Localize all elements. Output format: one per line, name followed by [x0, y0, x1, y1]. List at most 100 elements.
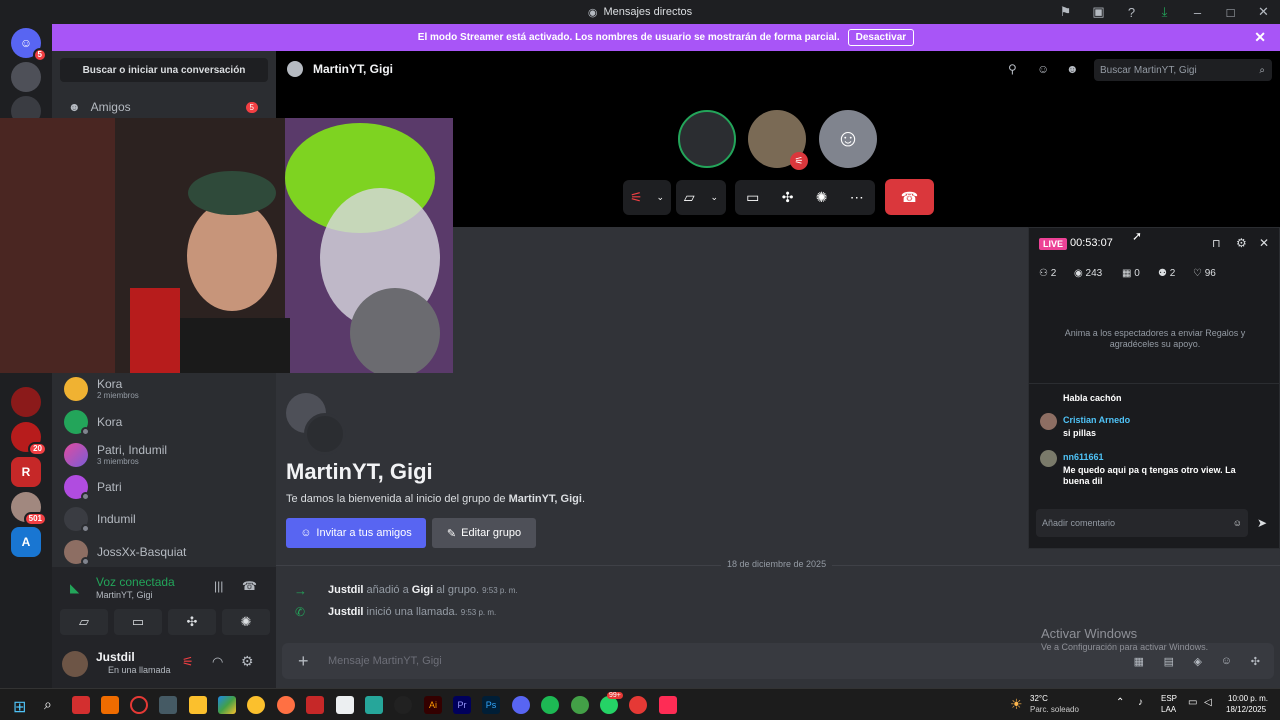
spotify-icon[interactable] [541, 696, 559, 714]
app-icon[interactable] [394, 696, 412, 714]
search-icon[interactable]: ⌕ [44, 696, 52, 713]
screen-share-icon[interactable]: ▭ [746, 189, 759, 206]
app-icon[interactable] [306, 696, 324, 714]
mute-icon[interactable]: ⚟ [182, 654, 194, 670]
start-icon[interactable]: ⊞ [13, 697, 26, 717]
server-icon[interactable]: 501 [11, 492, 47, 526]
disconnect-icon[interactable]: ☎ [242, 579, 257, 593]
close-icon[interactable]: ✕ [1259, 236, 1269, 250]
server-icon[interactable] [11, 387, 41, 417]
server-icon[interactable] [11, 62, 41, 92]
noise-icon[interactable]: ||| [214, 579, 223, 593]
firefox-icon[interactable] [277, 696, 295, 714]
folder-icon[interactable] [189, 696, 207, 714]
members-icon[interactable]: ☻ [1066, 62, 1079, 76]
live-timer: 00:53:07 [1070, 237, 1113, 249]
opera-icon[interactable] [130, 696, 148, 714]
download-icon[interactable]: ⤓ [1148, 4, 1181, 20]
server-icon[interactable]: 20 [11, 422, 47, 456]
lock-icon[interactable]: ⊓ [1212, 237, 1221, 250]
dm-item[interactable]: Kora [60, 407, 268, 437]
more-icon[interactable]: ⋯ [850, 189, 864, 206]
clock-time[interactable]: 10:00 p. m. [1228, 694, 1268, 703]
app-icon[interactable] [72, 696, 90, 714]
message-user[interactable]: Justdil [328, 606, 363, 618]
friends-link[interactable]: ☻ Amigos 5 [60, 96, 268, 118]
dm-item[interactable]: Patri [60, 472, 268, 502]
help-icon[interactable]: ? [1115, 5, 1148, 20]
chrome-icon[interactable] [629, 696, 647, 714]
voice-channel[interactable]: MartinYT, Gigi [96, 590, 153, 600]
dm-item[interactable]: Patri, Indumil 3 miembros [60, 440, 268, 470]
participant-avatar[interactable]: ⚟ [748, 110, 808, 170]
deactivate-button[interactable]: Desactivar [847, 29, 915, 46]
soundboard-button[interactable]: ✺ [222, 609, 270, 635]
app-icon[interactable] [365, 696, 383, 714]
discord-icon[interactable] [512, 696, 530, 714]
drive-icon[interactable] [218, 696, 236, 714]
premiere-icon[interactable]: Pr [453, 696, 471, 714]
dm-item[interactable]: Indumil [60, 504, 268, 534]
volume-icon[interactable]: ◁ [1204, 697, 1212, 708]
inbox-icon[interactable]: ▣ [1082, 4, 1115, 20]
tiktok-icon[interactable] [659, 696, 677, 714]
maximize-icon[interactable]: □ [1214, 5, 1247, 20]
illustrator-icon[interactable]: Ai [424, 696, 442, 714]
camera-controls[interactable]: ▱ ⌄ [676, 180, 726, 215]
participant-avatar[interactable]: ☺ [819, 110, 877, 168]
dm-item[interactable]: JossXx-Basquiat [60, 537, 268, 567]
store-icon[interactable] [159, 696, 177, 714]
sticker-icon[interactable]: ◈ [1194, 655, 1202, 668]
avatar[interactable] [62, 651, 88, 677]
headphones-icon[interactable]: ◠ [212, 654, 223, 670]
close-window-icon[interactable]: ✕ [1247, 4, 1280, 20]
soundboard-icon[interactable]: ✺ [816, 189, 828, 206]
chevron-up-icon[interactable]: ⌃ [1116, 697, 1124, 708]
chevron-down-icon[interactable]: ⌄ [656, 192, 664, 203]
settings-icon[interactable]: ⚙ [241, 653, 254, 670]
send-icon[interactable]: ➤ [1257, 516, 1267, 530]
language-code[interactable]: ESP [1161, 694, 1177, 703]
header-search-input[interactable]: Buscar MartinYT, Gigi ⌕ [1094, 59, 1272, 81]
participant-avatar[interactable] [678, 110, 736, 168]
emoji-icon[interactable]: ☺ [1221, 655, 1232, 667]
close-banner-icon[interactable]: ✕ [1254, 29, 1266, 46]
activities-icon[interactable]: ✣ [782, 189, 794, 206]
message-target[interactable]: Gigi [412, 584, 433, 596]
app-icon[interactable] [101, 696, 119, 714]
server-icon[interactable]: R [11, 457, 41, 487]
photoshop-icon[interactable]: Ps [482, 696, 500, 714]
chrome-icon[interactable] [247, 696, 265, 714]
add-attachment-icon[interactable]: + [298, 651, 309, 672]
apps-icon[interactable]: ✣ [1251, 655, 1260, 668]
edit-group-button[interactable]: ✎ Editar grupo [432, 518, 536, 548]
minimize-icon[interactable]: – [1181, 5, 1214, 20]
hang-up-button[interactable]: ☎ [885, 179, 934, 215]
pin-icon[interactable]: ⚲ [1008, 62, 1017, 76]
invite-friends-button[interactable]: ☺ Invitar a tus amigos [286, 518, 426, 548]
add-friend-icon[interactable]: ☺ [1037, 62, 1049, 76]
camera-toggle-button[interactable]: ▱ [60, 609, 108, 635]
dm-item[interactable]: Kora 2 miembros [60, 374, 268, 404]
dm-search-button[interactable]: Buscar o iniciar una conversación [60, 58, 268, 82]
mic-controls[interactable]: ⚟ ⌄ [623, 180, 671, 215]
activities-button[interactable]: ✣ [168, 609, 216, 635]
settings-icon[interactable]: ⚙ [1236, 236, 1247, 250]
comment-input[interactable]: Añadir comentario ☺ [1036, 509, 1248, 537]
notepad-icon[interactable] [336, 696, 354, 714]
emoji-icon[interactable]: ☺ [1233, 518, 1242, 528]
message-user[interactable]: Justdil [328, 584, 363, 596]
microphone-icon[interactable]: ♪ [1138, 697, 1143, 708]
screen-share-button[interactable]: ▭ [114, 609, 162, 635]
network-icon[interactable]: ▭ [1188, 697, 1197, 708]
home-button[interactable]: ☺ 5 [11, 28, 47, 62]
chrome-icon[interactable] [571, 696, 589, 714]
weather-icon[interactable]: ☀ [1010, 696, 1023, 713]
gift-icon[interactable]: ▦ [1134, 655, 1144, 668]
clock-date[interactable]: 18/12/2025 [1226, 705, 1266, 714]
inbox-flag-icon[interactable]: ⚑ [1049, 4, 1082, 20]
gif-icon[interactable]: ▤ [1164, 655, 1174, 668]
chevron-down-icon[interactable]: ⌄ [711, 192, 719, 203]
server-icon[interactable]: A [11, 527, 41, 557]
phone-icon: ✆ [295, 605, 306, 619]
